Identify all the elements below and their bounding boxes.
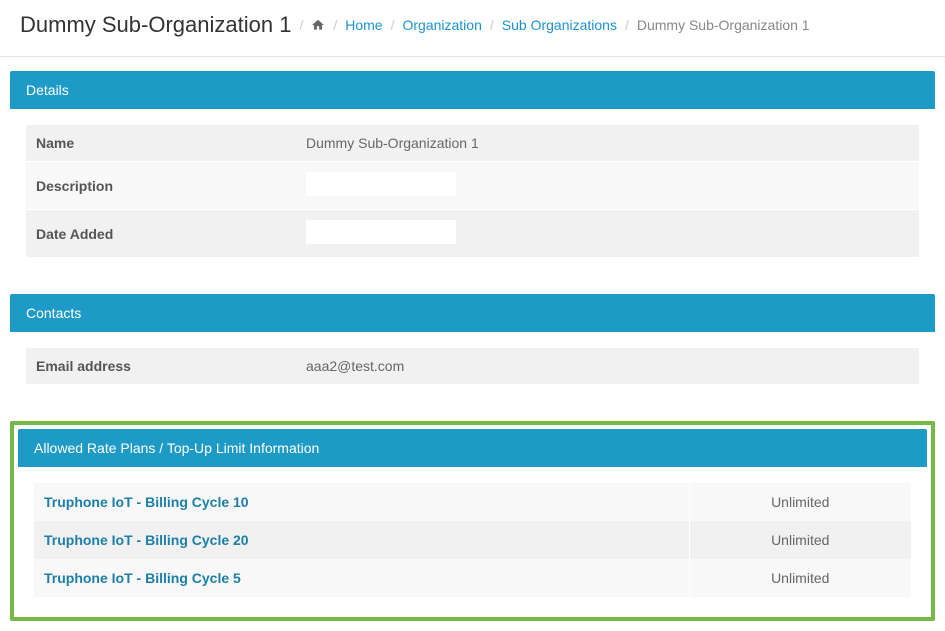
breadcrumb-sep: / (333, 17, 337, 33)
details-row-description: Description (26, 162, 919, 210)
contacts-row-email: Email address aaa2@test.com (26, 348, 919, 385)
rate-plan-limit: Unlimited (689, 521, 911, 559)
rate-plan-row: Truphone IoT - Billing Cycle 5 Unlimited (34, 559, 911, 597)
breadcrumb-current: Dummy Sub-Organization 1 (637, 17, 810, 33)
details-panel-header: Details (10, 71, 935, 109)
contacts-panel-header: Contacts (10, 294, 935, 332)
contacts-panel-body: Email address aaa2@test.com (10, 332, 935, 401)
contacts-panel: Contacts Email address aaa2@test.com (10, 294, 935, 401)
details-label: Description (26, 162, 296, 210)
breadcrumb-organization[interactable]: Organization (402, 17, 481, 33)
breadcrumb-sep: / (490, 17, 494, 33)
rate-plan-cell: Truphone IoT - Billing Cycle 5 (34, 559, 689, 597)
contacts-label: Email address (26, 348, 296, 385)
rate-plans-panel-header: Allowed Rate Plans / Top-Up Limit Inform… (18, 429, 927, 467)
breadcrumb-sub-organizations[interactable]: Sub Organizations (502, 17, 617, 33)
rate-plan-link[interactable]: Truphone IoT - Billing Cycle 5 (44, 570, 241, 586)
contacts-table: Email address aaa2@test.com (26, 348, 919, 385)
details-row-name: Name Dummy Sub-Organization 1 (26, 125, 919, 162)
rate-plan-limit: Unlimited (689, 559, 911, 597)
details-label: Date Added (26, 210, 296, 258)
rate-plan-cell: Truphone IoT - Billing Cycle 20 (34, 521, 689, 559)
page-title: Dummy Sub-Organization 1 (20, 12, 291, 38)
breadcrumb-sep: / (625, 17, 629, 33)
rate-plans-highlight: Allowed Rate Plans / Top-Up Limit Inform… (10, 421, 935, 621)
rate-plan-row: Truphone IoT - Billing Cycle 20 Unlimite… (34, 521, 911, 559)
rate-plans-table: Truphone IoT - Billing Cycle 10 Unlimite… (34, 483, 911, 597)
rate-plans-panel-body: Truphone IoT - Billing Cycle 10 Unlimite… (18, 467, 927, 613)
breadcrumb-sep: / (391, 17, 395, 33)
rate-plan-row: Truphone IoT - Billing Cycle 10 Unlimite… (34, 483, 911, 521)
home-icon[interactable] (311, 18, 325, 32)
breadcrumb: / / Home / Organization / Sub Organizati… (299, 17, 809, 33)
details-label: Name (26, 125, 296, 162)
details-panel: Details Name Dummy Sub-Organization 1 De… (10, 71, 935, 274)
rate-plan-cell: Truphone IoT - Billing Cycle 10 (34, 483, 689, 521)
details-value (296, 162, 919, 210)
details-panel-body: Name Dummy Sub-Organization 1 Descriptio… (10, 109, 935, 274)
details-table: Name Dummy Sub-Organization 1 Descriptio… (26, 125, 919, 258)
details-value: Dummy Sub-Organization 1 (296, 125, 919, 162)
rate-plan-limit: Unlimited (689, 483, 911, 521)
details-row-date-added: Date Added (26, 210, 919, 258)
rate-plan-link[interactable]: Truphone IoT - Billing Cycle 20 (44, 532, 249, 548)
contacts-value: aaa2@test.com (296, 348, 919, 385)
blank-field (306, 220, 456, 244)
details-value (296, 210, 919, 258)
breadcrumb-home[interactable]: Home (345, 17, 382, 33)
breadcrumb-sep: / (299, 17, 303, 33)
rate-plan-link[interactable]: Truphone IoT - Billing Cycle 10 (44, 494, 249, 510)
blank-field (306, 172, 456, 196)
rate-plans-panel: Allowed Rate Plans / Top-Up Limit Inform… (18, 429, 927, 613)
content-area: Details Name Dummy Sub-Organization 1 De… (0, 57, 945, 631)
page-header: Dummy Sub-Organization 1 / / Home / Orga… (0, 0, 945, 57)
